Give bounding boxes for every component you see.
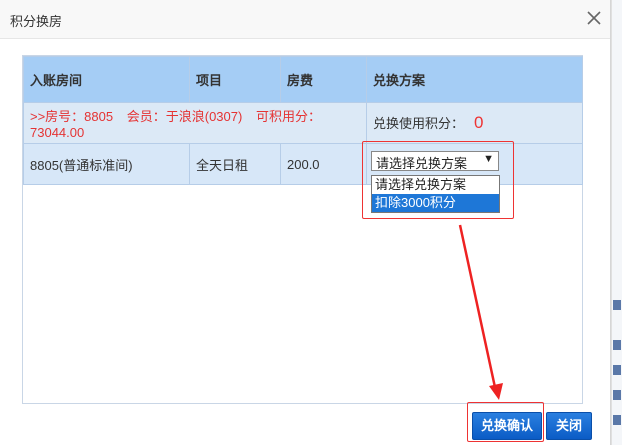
header-fee: 房费	[280, 56, 367, 103]
member-info: 会员：于浪浪(0307)	[126, 109, 243, 124]
background-page-mark	[613, 340, 621, 350]
header-item: 项目	[189, 56, 281, 103]
table-header-row: 入账房间 项目 房费 兑换方案	[23, 56, 583, 103]
close-button[interactable]: 关闭	[546, 412, 592, 440]
member-info-row: >>房号：8805 会员：于浪浪(0307) 可积用分：73044.00 兑换使…	[23, 102, 583, 144]
annotation-box-dropdown	[362, 141, 514, 219]
used-points-label: 兑换使用积分：	[373, 116, 465, 131]
background-page-mark	[613, 300, 621, 310]
header-plan: 兑换方案	[366, 56, 583, 103]
cell-fee: 200.0	[280, 143, 367, 185]
exchange-dialog: 积分换房 入账房间 项目 房费 兑换方案 >>房号：8805 会员：于浪浪(03…	[0, 0, 611, 445]
background-page-mark	[613, 415, 621, 425]
cell-item: 全天日租	[189, 143, 281, 185]
room-number-info: >>房号：8805	[30, 109, 114, 124]
dialog-title: 积分换房	[10, 14, 63, 29]
background-page-mark	[613, 390, 621, 400]
close-icon[interactable]	[584, 8, 604, 28]
used-points-value: 0	[474, 113, 484, 132]
cell-room: 8805(普通标准间)	[23, 143, 190, 185]
background-page-edge	[611, 0, 622, 445]
background-page-mark	[613, 365, 621, 375]
exchange-table-panel: 入账房间 项目 房费 兑换方案 >>房号：8805 会员：于浪浪(0307) 可…	[22, 55, 583, 404]
dialog-title-bar: 积分换房	[0, 0, 610, 39]
exchange-confirm-button[interactable]: 兑换确认	[472, 412, 542, 440]
header-room: 入账房间	[23, 56, 190, 103]
